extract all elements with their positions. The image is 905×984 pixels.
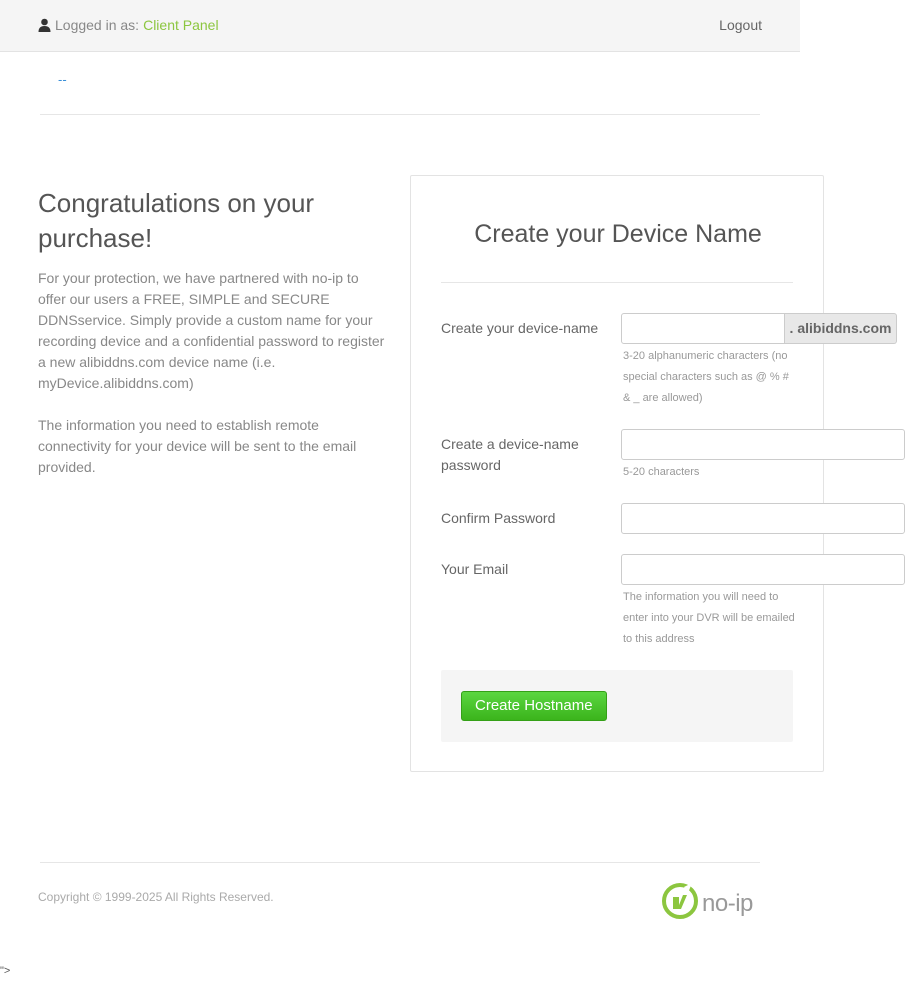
form-actions: Create Hostname [441, 670, 793, 742]
logout-link[interactable]: Logout [719, 17, 762, 33]
password-label: Create a device-name password [441, 436, 579, 473]
confirm-password-label: Confirm Password [441, 510, 556, 526]
email-help: The information you will need to enter i… [623, 591, 795, 645]
device-name-input[interactable] [621, 313, 785, 344]
device-name-form: Create your Device Name Create your devi… [410, 175, 905, 772]
form-title: Create your Device Name [474, 220, 762, 248]
user-icon [38, 18, 51, 32]
noip-logo[interactable]: no-ip [662, 883, 753, 924]
login-info: Logged in as: Client Panel [38, 17, 219, 33]
password-help: 5-20 characters [623, 466, 700, 478]
client-panel-link[interactable]: Client Panel [143, 17, 219, 33]
intro-paragraph: For your protection, we have partnered w… [38, 270, 385, 391]
device-name-label: Create your device-name [441, 320, 599, 336]
logo-text: no-ip [702, 889, 753, 917]
divider [40, 862, 760, 863]
password-input[interactable] [621, 429, 905, 460]
email-input[interactable] [621, 554, 905, 585]
divider [441, 282, 793, 283]
copyright: Copyright © 1999-2025 All Rights Reserve… [38, 890, 274, 904]
top-bar: Logged in as: Client Panel Logout [0, 0, 800, 52]
divider [40, 114, 760, 115]
email-label: Your Email [441, 561, 509, 577]
confirm-password-input[interactable] [621, 503, 905, 534]
domain-addon: . alibiddns.com [785, 313, 897, 344]
intro-section: Congratulations on your purchase! For yo… [38, 186, 390, 499]
create-hostname-button[interactable]: Create Hostname [461, 691, 607, 721]
device-name-help: 3-20 alphanumeric characters (no special… [623, 350, 789, 404]
nav-link[interactable]: -- [58, 72, 67, 87]
logged-in-label: Logged in as: [55, 17, 140, 33]
intro-paragraph: The information you need to establish re… [38, 417, 357, 475]
intro-title: Congratulations on your purchase! [38, 188, 315, 253]
stray-text: "> [0, 965, 11, 977]
noip-logo-icon [662, 883, 698, 924]
